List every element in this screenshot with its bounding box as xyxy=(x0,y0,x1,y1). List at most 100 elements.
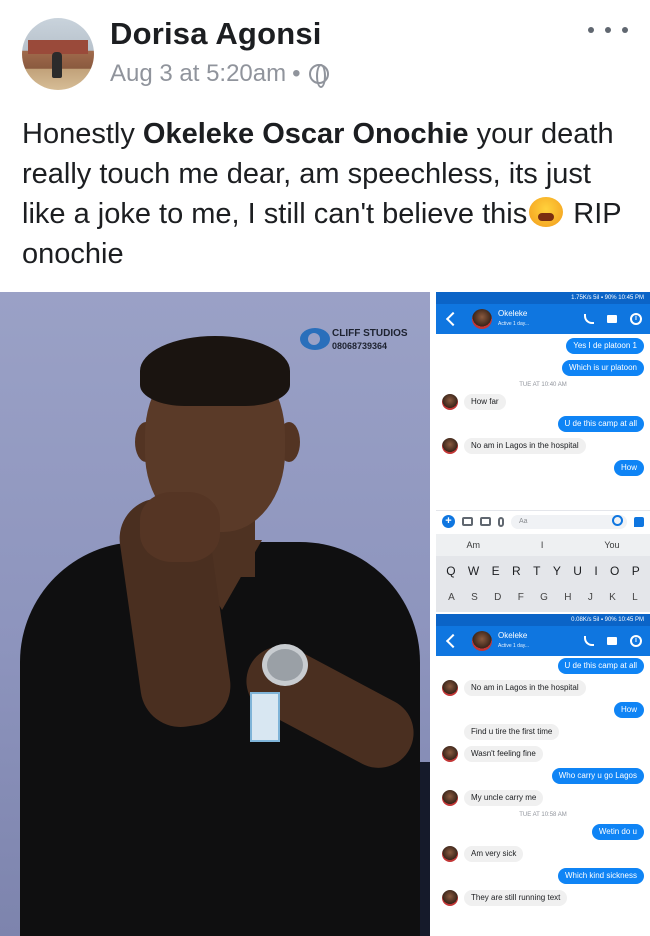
message-row: Which kind sickness xyxy=(442,868,644,884)
sent-message[interactable]: How xyxy=(613,460,644,476)
suggestion[interactable]: Am xyxy=(466,540,480,550)
sender-avatar xyxy=(442,746,458,762)
status-right: 1.75K/s 5il ▪ 90% 10:45 PM xyxy=(571,295,644,301)
key[interactable]: E xyxy=(492,564,500,578)
key[interactable]: S xyxy=(471,592,478,603)
key[interactable]: L xyxy=(632,592,638,603)
post-text-start: Honestly xyxy=(22,118,143,150)
sent-message[interactable]: How xyxy=(613,702,644,718)
key[interactable]: K xyxy=(609,592,616,603)
message-placeholder: Aa xyxy=(519,517,528,525)
message-row: How xyxy=(442,702,644,718)
contact-info[interactable]: Okeleke Active 1 day... xyxy=(498,631,529,651)
chat-screenshot-1[interactable]: 1.75K/s 5il ▪ 90% 10:45 PM Okeleke Activ… xyxy=(436,292,650,612)
author-avatar[interactable] xyxy=(22,18,94,90)
post-photo[interactable]: CLIFF STUDIOS 08068739364 xyxy=(0,292,430,936)
message-row: My uncle carry me xyxy=(442,790,644,806)
info-icon[interactable]: i xyxy=(630,635,642,647)
sender-avatar xyxy=(442,890,458,906)
contact-info[interactable]: Okeleke Active 1 day... xyxy=(498,309,529,329)
camera-logo-icon xyxy=(300,328,330,350)
author-name[interactable]: Dorisa Agonsi xyxy=(110,16,322,52)
gallery-icon[interactable] xyxy=(480,517,491,526)
received-message[interactable]: Find u tire the first time xyxy=(464,724,560,740)
key[interactable]: Y xyxy=(553,564,561,578)
received-message[interactable]: No am in Lagos in the hospital xyxy=(464,438,586,454)
more-options-icon[interactable] xyxy=(588,18,628,42)
studio-watermark: CLIFF STUDIOS 08068739364 xyxy=(300,324,408,360)
key[interactable]: F xyxy=(518,592,524,603)
emoji-picker-icon[interactable] xyxy=(612,514,623,526)
key[interactable]: A xyxy=(448,592,455,603)
message-row: How far xyxy=(442,394,644,410)
tagged-person-link[interactable]: Okeleke Oscar Onochie xyxy=(143,118,469,150)
received-message[interactable]: No am in Lagos in the hospital xyxy=(464,680,586,696)
contact-name: Okeleke xyxy=(498,309,528,318)
phone-call-icon[interactable] xyxy=(584,636,594,646)
contact-status: Active 1 day... xyxy=(498,643,530,649)
plus-icon[interactable]: + xyxy=(442,515,455,528)
key[interactable]: T xyxy=(533,564,540,578)
photo-hair xyxy=(140,336,290,406)
received-message[interactable]: Wasn't feeling fine xyxy=(464,746,543,762)
back-arrow-icon[interactable] xyxy=(445,633,461,649)
contact-status: Active 1 day... xyxy=(498,321,530,327)
status-right: 0.08K/s 5il ▪ 90% 10:45 PM xyxy=(571,617,644,623)
sent-message[interactable]: Which kind sickness xyxy=(557,868,644,884)
status-bar: 0.08K/s 5il ▪ 90% 10:45 PM xyxy=(436,614,650,626)
contact-name: Okeleke xyxy=(498,631,528,640)
received-message[interactable]: How far xyxy=(464,394,506,410)
message-input[interactable]: Aa xyxy=(511,514,627,529)
info-icon[interactable]: i xyxy=(630,313,642,325)
key[interactable]: G xyxy=(540,592,548,603)
watermark-name: CLIFF STUDIOS xyxy=(332,328,408,339)
contact-avatar[interactable] xyxy=(472,631,492,651)
sender-avatar xyxy=(442,846,458,862)
sent-message[interactable]: U de this camp at all xyxy=(557,416,644,432)
message-composer: + Aa xyxy=(436,510,650,532)
sent-message[interactable]: Wetin do u xyxy=(591,824,644,840)
received-message[interactable]: Am very sick xyxy=(464,846,524,862)
key[interactable]: P xyxy=(632,564,640,578)
key[interactable]: Q xyxy=(446,564,455,578)
back-arrow-icon[interactable] xyxy=(445,311,461,327)
messenger-app-bar: Okeleke Active 1 day... i xyxy=(436,626,650,656)
phone-call-icon[interactable] xyxy=(584,314,594,324)
key[interactable]: J xyxy=(588,592,593,603)
key[interactable]: U xyxy=(573,564,582,578)
key[interactable]: I xyxy=(594,564,597,578)
sent-message[interactable]: Yes I de platoon 1 xyxy=(566,338,644,354)
camera-icon[interactable] xyxy=(462,517,473,526)
key[interactable]: O xyxy=(610,564,619,578)
thumbs-up-icon[interactable] xyxy=(634,516,644,527)
globe-icon[interactable] xyxy=(308,64,329,88)
microphone-icon[interactable] xyxy=(498,516,504,527)
received-message[interactable]: They are still running text xyxy=(464,890,568,906)
id-badge xyxy=(250,692,280,742)
message-row: No am in Lagos in the hospital xyxy=(442,680,644,696)
message-row: No am in Lagos in the hospital xyxy=(442,438,644,454)
video-call-icon[interactable] xyxy=(607,315,617,323)
messenger-app-bar: Okeleke Active 1 day... i xyxy=(436,304,650,334)
post-timestamp[interactable]: Aug 3 at 5:20am xyxy=(110,60,286,88)
suggestion[interactable]: You xyxy=(604,540,619,550)
meta-separator: • xyxy=(292,60,301,87)
watermark-phone: 08068739364 xyxy=(332,341,388,351)
key[interactable]: W xyxy=(468,564,479,578)
received-message[interactable]: My uncle carry me xyxy=(464,790,544,806)
keyboard-row-2: A S D F G H J K L xyxy=(436,578,650,603)
sent-message[interactable]: U de this camp at all xyxy=(557,658,644,674)
video-call-icon[interactable] xyxy=(607,637,617,645)
message-row: Wasn't feeling fine xyxy=(442,746,644,762)
chat-screenshot-2[interactable]: 0.08K/s 5il ▪ 90% 10:45 PM Okeleke Activ… xyxy=(436,614,650,936)
post-meta: Aug 3 at 5:20am • xyxy=(110,60,329,88)
key[interactable]: D xyxy=(494,592,501,603)
key[interactable]: H xyxy=(564,592,571,603)
message-row: U de this camp at all xyxy=(442,416,644,432)
message-row: Who carry u go Lagos xyxy=(442,768,644,784)
sent-message[interactable]: Which is ur platoon xyxy=(561,360,644,376)
key[interactable]: R xyxy=(512,564,521,578)
sent-message[interactable]: Who carry u go Lagos xyxy=(551,768,644,784)
suggestion[interactable]: I xyxy=(541,540,544,550)
contact-avatar[interactable] xyxy=(472,309,492,329)
